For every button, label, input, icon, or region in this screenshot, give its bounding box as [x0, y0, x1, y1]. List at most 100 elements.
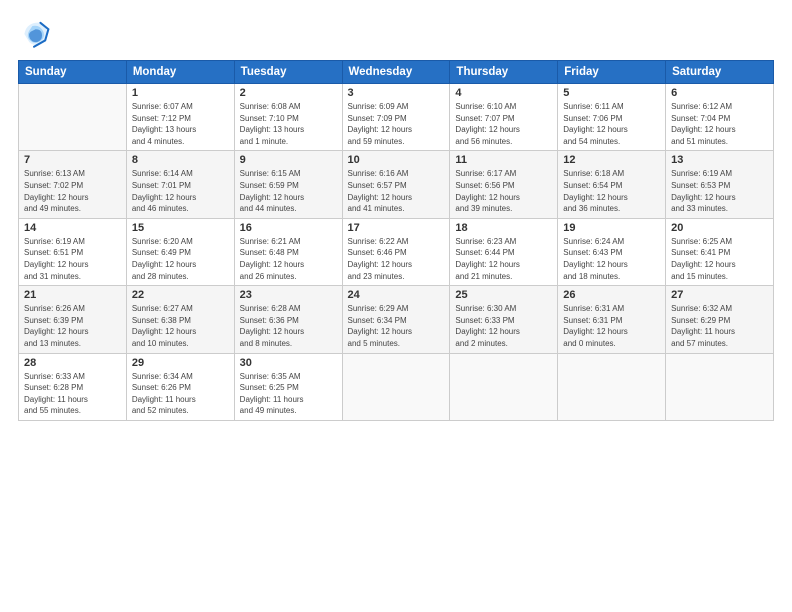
calendar-cell [450, 353, 558, 420]
weekday-header-row: SundayMondayTuesdayWednesdayThursdayFrid… [19, 61, 774, 84]
calendar-cell: 25 Sunrise: 6:30 AM Sunset: 6:33 PM Dayli… [450, 286, 558, 353]
day-info: Sunrise: 6:07 AM Sunset: 7:12 PM Dayligh… [132, 101, 229, 147]
day-number: 5 [563, 87, 660, 99]
calendar-week-row: 28 Sunrise: 6:33 AM Sunset: 6:28 PM Dayli… [19, 353, 774, 420]
calendar-cell: 9Sunrise: 6:15 AM Sunset: 6:59 PM Daylig… [234, 151, 342, 218]
calendar-cell [19, 84, 127, 151]
calendar-cell: 15 Sunrise: 6:20 AM Sunset: 6:49 PM Dayli… [126, 218, 234, 285]
calendar: SundayMondayTuesdayWednesdayThursdayFrid… [18, 60, 774, 421]
day-info: Sunrise: 6:08 AM Sunset: 7:10 PM Dayligh… [240, 101, 337, 147]
day-number: 3 [348, 87, 445, 99]
calendar-cell: 7Sunrise: 6:13 AM Sunset: 7:02 PM Daylig… [19, 151, 127, 218]
day-number: 23 [240, 289, 337, 301]
calendar-cell: 18 Sunrise: 6:23 AM Sunset: 6:44 PM Dayli… [450, 218, 558, 285]
calendar-cell: 2Sunrise: 6:08 AM Sunset: 7:10 PM Daylig… [234, 84, 342, 151]
calendar-cell: 21 Sunrise: 6:26 AM Sunset: 6:39 PM Dayli… [19, 286, 127, 353]
day-number: 17 [348, 222, 445, 234]
day-number: 11 [455, 154, 552, 166]
calendar-cell: 19 Sunrise: 6:24 AM Sunset: 6:43 PM Dayli… [558, 218, 666, 285]
day-info: Sunrise: 6:19 AM Sunset: 6:53 PM Dayligh… [671, 168, 768, 214]
day-info: Sunrise: 6:31 AM Sunset: 6:31 PM Dayligh… [563, 303, 660, 349]
calendar-cell: 8 Sunrise: 6:14 AM Sunset: 7:01 PM Daylig… [126, 151, 234, 218]
day-info: Sunrise: 6:15 AM Sunset: 6:59 PM Dayligh… [240, 168, 337, 214]
day-number: 13 [671, 154, 768, 166]
calendar-cell: 3 Sunrise: 6:09 AM Sunset: 7:09 PM Daylig… [342, 84, 450, 151]
calendar-cell: 17 Sunrise: 6:22 AM Sunset: 6:46 PM Dayli… [342, 218, 450, 285]
day-number: 16 [240, 222, 337, 234]
calendar-cell: 13 Sunrise: 6:19 AM Sunset: 6:53 PM Dayli… [666, 151, 774, 218]
day-info: Sunrise: 6:23 AM Sunset: 6:44 PM Dayligh… [455, 236, 552, 282]
weekday-header-thursday: Thursday [450, 61, 558, 84]
day-info: Sunrise: 6:24 AM Sunset: 6:43 PM Dayligh… [563, 236, 660, 282]
calendar-cell: 28 Sunrise: 6:33 AM Sunset: 6:28 PM Dayli… [19, 353, 127, 420]
day-number: 26 [563, 289, 660, 301]
day-number: 1 [132, 87, 229, 99]
day-info: Sunrise: 6:11 AM Sunset: 7:06 PM Dayligh… [563, 101, 660, 147]
logo [18, 18, 54, 50]
calendar-cell: 24 Sunrise: 6:29 AM Sunset: 6:34 PM Dayli… [342, 286, 450, 353]
calendar-cell: 14 Sunrise: 6:19 AM Sunset: 6:51 PM Dayli… [19, 218, 127, 285]
day-info: Sunrise: 6:14 AM Sunset: 7:01 PM Dayligh… [132, 168, 229, 214]
day-info: Sunrise: 6:30 AM Sunset: 6:33 PM Dayligh… [455, 303, 552, 349]
day-number: 20 [671, 222, 768, 234]
day-number: 30 [240, 357, 337, 369]
day-number: 18 [455, 222, 552, 234]
day-number: 4 [455, 87, 552, 99]
calendar-cell: 4Sunrise: 6:10 AM Sunset: 7:07 PM Daylig… [450, 84, 558, 151]
day-info: Sunrise: 6:34 AM Sunset: 6:26 PM Dayligh… [132, 371, 229, 417]
day-info: Sunrise: 6:27 AM Sunset: 6:38 PM Dayligh… [132, 303, 229, 349]
calendar-cell: 23 Sunrise: 6:28 AM Sunset: 6:36 PM Dayli… [234, 286, 342, 353]
day-number: 14 [24, 222, 121, 234]
calendar-week-row: 1 Sunrise: 6:07 AM Sunset: 7:12 PM Daylig… [19, 84, 774, 151]
calendar-cell: 26 Sunrise: 6:31 AM Sunset: 6:31 PM Dayli… [558, 286, 666, 353]
calendar-cell: 20 Sunrise: 6:25 AM Sunset: 6:41 PM Dayli… [666, 218, 774, 285]
calendar-cell: 10 Sunrise: 6:16 AM Sunset: 6:57 PM Dayli… [342, 151, 450, 218]
calendar-cell: 6 Sunrise: 6:12 AM Sunset: 7:04 PM Daylig… [666, 84, 774, 151]
calendar-week-row: 14 Sunrise: 6:19 AM Sunset: 6:51 PM Dayli… [19, 218, 774, 285]
day-number: 24 [348, 289, 445, 301]
day-number: 6 [671, 87, 768, 99]
calendar-cell [342, 353, 450, 420]
day-number: 12 [563, 154, 660, 166]
day-info: Sunrise: 6:32 AM Sunset: 6:29 PM Dayligh… [671, 303, 768, 349]
weekday-header-sunday: Sunday [19, 61, 127, 84]
calendar-cell [666, 353, 774, 420]
weekday-header-tuesday: Tuesday [234, 61, 342, 84]
day-info: Sunrise: 6:19 AM Sunset: 6:51 PM Dayligh… [24, 236, 121, 282]
weekday-header-wednesday: Wednesday [342, 61, 450, 84]
day-info: Sunrise: 6:16 AM Sunset: 6:57 PM Dayligh… [348, 168, 445, 214]
day-number: 8 [132, 154, 229, 166]
day-number: 25 [455, 289, 552, 301]
weekday-header-friday: Friday [558, 61, 666, 84]
day-number: 28 [24, 357, 121, 369]
day-info: Sunrise: 6:33 AM Sunset: 6:28 PM Dayligh… [24, 371, 121, 417]
header [18, 18, 774, 50]
calendar-cell: 27 Sunrise: 6:32 AM Sunset: 6:29 PM Dayli… [666, 286, 774, 353]
day-info: Sunrise: 6:18 AM Sunset: 6:54 PM Dayligh… [563, 168, 660, 214]
day-number: 15 [132, 222, 229, 234]
day-info: Sunrise: 6:22 AM Sunset: 6:46 PM Dayligh… [348, 236, 445, 282]
page: SundayMondayTuesdayWednesdayThursdayFrid… [0, 0, 792, 612]
day-number: 7 [24, 154, 121, 166]
calendar-cell: 30Sunrise: 6:35 AM Sunset: 6:25 PM Dayli… [234, 353, 342, 420]
calendar-cell: 29Sunrise: 6:34 AM Sunset: 6:26 PM Dayli… [126, 353, 234, 420]
day-number: 21 [24, 289, 121, 301]
day-info: Sunrise: 6:17 AM Sunset: 6:56 PM Dayligh… [455, 168, 552, 214]
day-info: Sunrise: 6:20 AM Sunset: 6:49 PM Dayligh… [132, 236, 229, 282]
day-number: 27 [671, 289, 768, 301]
calendar-cell: 1 Sunrise: 6:07 AM Sunset: 7:12 PM Daylig… [126, 84, 234, 151]
day-info: Sunrise: 6:28 AM Sunset: 6:36 PM Dayligh… [240, 303, 337, 349]
day-info: Sunrise: 6:25 AM Sunset: 6:41 PM Dayligh… [671, 236, 768, 282]
day-info: Sunrise: 6:12 AM Sunset: 7:04 PM Dayligh… [671, 101, 768, 147]
day-info: Sunrise: 6:09 AM Sunset: 7:09 PM Dayligh… [348, 101, 445, 147]
day-info: Sunrise: 6:26 AM Sunset: 6:39 PM Dayligh… [24, 303, 121, 349]
logo-icon [18, 18, 50, 50]
weekday-header-monday: Monday [126, 61, 234, 84]
calendar-cell: 16Sunrise: 6:21 AM Sunset: 6:48 PM Dayli… [234, 218, 342, 285]
calendar-week-row: 21 Sunrise: 6:26 AM Sunset: 6:39 PM Dayli… [19, 286, 774, 353]
day-info: Sunrise: 6:29 AM Sunset: 6:34 PM Dayligh… [348, 303, 445, 349]
day-number: 10 [348, 154, 445, 166]
day-number: 22 [132, 289, 229, 301]
calendar-week-row: 7Sunrise: 6:13 AM Sunset: 7:02 PM Daylig… [19, 151, 774, 218]
day-number: 19 [563, 222, 660, 234]
